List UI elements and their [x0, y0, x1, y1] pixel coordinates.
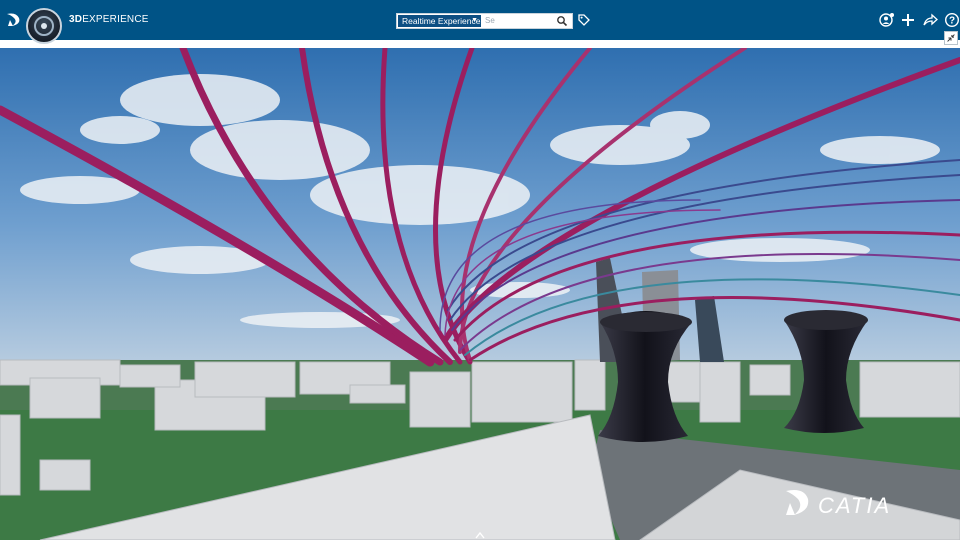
- scene-render: [0, 48, 960, 540]
- search-context-label: Realtime Experience: [402, 16, 481, 26]
- compass-center[interactable]: [41, 23, 47, 29]
- search-context-dropdown[interactable]: Realtime Experience ▼: [398, 15, 481, 27]
- tag-icon[interactable]: [577, 13, 591, 27]
- compass-icon[interactable]: [26, 8, 62, 44]
- search-bar[interactable]: Realtime Experience ▼ Se: [396, 13, 573, 29]
- 3d-viewport[interactable]: CATIA: [0, 48, 960, 540]
- watermark-text: CATIA: [818, 493, 891, 518]
- user-profile-icon[interactable]: [879, 12, 895, 28]
- add-icon[interactable]: [900, 12, 916, 28]
- search-input[interactable]: Se: [485, 15, 495, 27]
- catia-watermark: CATIA: [786, 490, 891, 518]
- share-icon[interactable]: [922, 12, 938, 28]
- svg-text:?: ?: [949, 16, 955, 27]
- help-icon[interactable]: ?: [944, 12, 960, 28]
- top-bar: 3DEXPERIENCE Realtime Experience ▼ Se ?: [0, 0, 960, 44]
- 3ds-logo-icon[interactable]: [4, 10, 24, 30]
- search-icon[interactable]: [556, 15, 568, 27]
- chevron-up-icon[interactable]: [474, 530, 486, 540]
- app-title: 3DEXPERIENCE: [69, 14, 149, 25]
- app-title-bold: 3D: [69, 14, 83, 25]
- sub-toolbar: [0, 40, 960, 48]
- chevron-down-icon: ▼: [471, 17, 478, 24]
- collapse-icon[interactable]: [944, 31, 958, 45]
- app-title-rest: EXPERIENCE: [82, 14, 149, 25]
